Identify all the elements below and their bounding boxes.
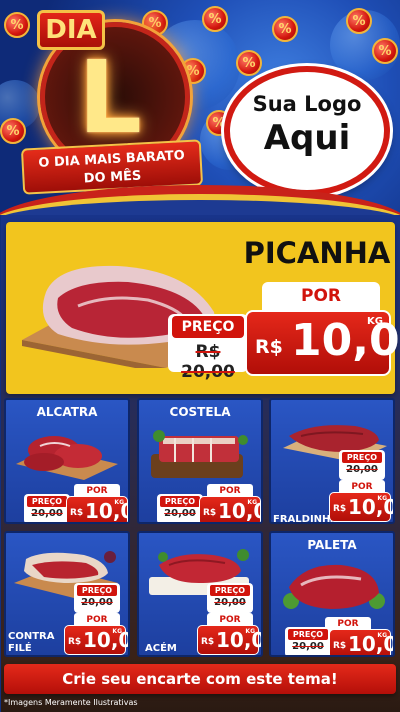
logo-text-line-1: Sua Logo	[252, 92, 362, 116]
currency: R$	[333, 504, 347, 514]
preco-label: PREÇO	[77, 585, 117, 596]
logo-placeholder: Sua Logo Aqui	[224, 66, 390, 196]
old-price-box: PREÇO 20,00	[207, 583, 253, 613]
new-price: 10,00	[83, 628, 128, 652]
hero-currency: R$	[255, 336, 283, 358]
logo-text-line-2: Aqui	[263, 118, 351, 158]
old-price: 20,00	[81, 597, 113, 608]
old-price: 20,00	[214, 597, 246, 608]
percent-coin-icon: %	[346, 8, 372, 34]
product-name: COSTELA	[169, 405, 231, 419]
preco-label: PREÇO	[210, 585, 250, 596]
unit: KG	[377, 632, 387, 639]
big-letter-l: L	[78, 39, 142, 156]
old-price: 20,00	[31, 508, 63, 519]
percent-coin-icon: %	[372, 38, 398, 64]
old-price: 20,00	[292, 641, 324, 652]
product-name-line-1: CONTRA	[8, 631, 55, 642]
percent-coin-icon: %	[0, 118, 26, 144]
new-price-box: R$ 10,00 KG	[329, 629, 393, 655]
hero-old-price-box: PREÇO R$ 20,00	[168, 314, 248, 382]
product-name: ACÉM	[145, 643, 177, 654]
currency: R$	[68, 637, 82, 647]
old-price-box: PREÇO 20,00	[157, 494, 203, 522]
header-banner: % % % % % % % % % % DIA L O DIA MAIS BAR…	[0, 0, 400, 215]
hero-old-price: R$ 20,00	[181, 342, 235, 382]
flyer: % % % % % % % % % % DIA L O DIA MAIS BAR…	[0, 0, 400, 712]
old-price: 20,00	[346, 464, 378, 475]
currency: R$	[201, 637, 215, 647]
meat-alcatra-image	[16, 436, 118, 480]
hero-product-name: PICANHA	[243, 236, 391, 270]
product-name: PALETA	[307, 538, 357, 552]
product-card-paleta: PALETA POR PREÇO 20,00 R$ 10,00 KG	[269, 531, 395, 657]
new-price: 10,00	[216, 628, 261, 652]
new-price: 10,00	[348, 632, 393, 656]
product-card-alcatra: ALCATRA POR PREÇO 20,00 R$ 10,00 KG	[4, 398, 130, 524]
percent-coin-icon: %	[4, 12, 30, 38]
new-price-box: R$ 10,00 KG	[64, 625, 128, 655]
hero-offer-card: PICANHA POR PREÇO R$ 20,00 R$ 10,00 KG	[6, 222, 400, 394]
preco-label: PREÇO	[288, 629, 328, 640]
new-price: 10,00	[348, 495, 393, 519]
old-price: 20,00	[164, 508, 196, 519]
disclaimer-text: *Imagens Meramente Ilustrativas	[4, 698, 138, 707]
new-price-box: R$ 10,00 KG	[197, 625, 261, 655]
unit: KG	[114, 499, 124, 506]
percent-coin-icon: %	[202, 6, 228, 32]
new-price-box: R$ 10,00 KG	[329, 492, 393, 522]
meat-paleta-image	[283, 564, 385, 609]
old-price-box: PREÇO 20,00	[74, 583, 120, 613]
new-price-box: R$ 10,00 KG	[66, 496, 128, 522]
product-card-acem: PREÇO 20,00 POR ACÉM R$ 10,00 KG	[137, 531, 263, 657]
currency: R$	[70, 508, 84, 518]
preco-label: PREÇO	[342, 452, 382, 463]
hero-unit: KG	[367, 316, 383, 327]
meat-costela-image	[151, 430, 248, 478]
hero-new-price: 10,00	[291, 315, 400, 366]
new-price-box: R$ 10,00 KG	[199, 496, 261, 522]
currency: R$	[203, 508, 217, 518]
unit: KG	[247, 499, 257, 506]
unit: KG	[112, 628, 122, 635]
preco-label: PREÇO	[160, 496, 200, 507]
preco-label: PREÇO	[27, 496, 67, 507]
unit: KG	[245, 628, 255, 635]
percent-coin-icon: %	[272, 16, 298, 42]
product-name-line-2: FILÉ	[8, 643, 32, 654]
product-name: ALCATRA	[36, 405, 98, 419]
hero-por-label: POR	[262, 282, 380, 310]
percent-coin-icon: %	[236, 50, 262, 76]
hero-preco-label: PREÇO	[172, 316, 244, 338]
product-card-fraldinha: PREÇO 20,00 POR FRALDINHA R$ 10,00 KG	[269, 398, 395, 524]
unit: KG	[377, 495, 387, 502]
old-price-box: PREÇO 20,00	[285, 627, 331, 655]
cta-banner[interactable]: Crie seu encarte com este tema!	[4, 664, 396, 694]
product-card-contra-file: PREÇO 20,00 POR CONTRA FILÉ R$ 10,00 KG	[4, 531, 130, 657]
hero-new-price-box: R$ 10,00 KG	[245, 310, 400, 376]
old-price-box: PREÇO 20,00	[339, 450, 385, 480]
old-price-box: PREÇO 20,00	[24, 494, 70, 522]
product-card-costela: COSTELA POR PREÇO 20,00 R$ 10,00 KG	[137, 398, 263, 524]
currency: R$	[333, 641, 347, 651]
